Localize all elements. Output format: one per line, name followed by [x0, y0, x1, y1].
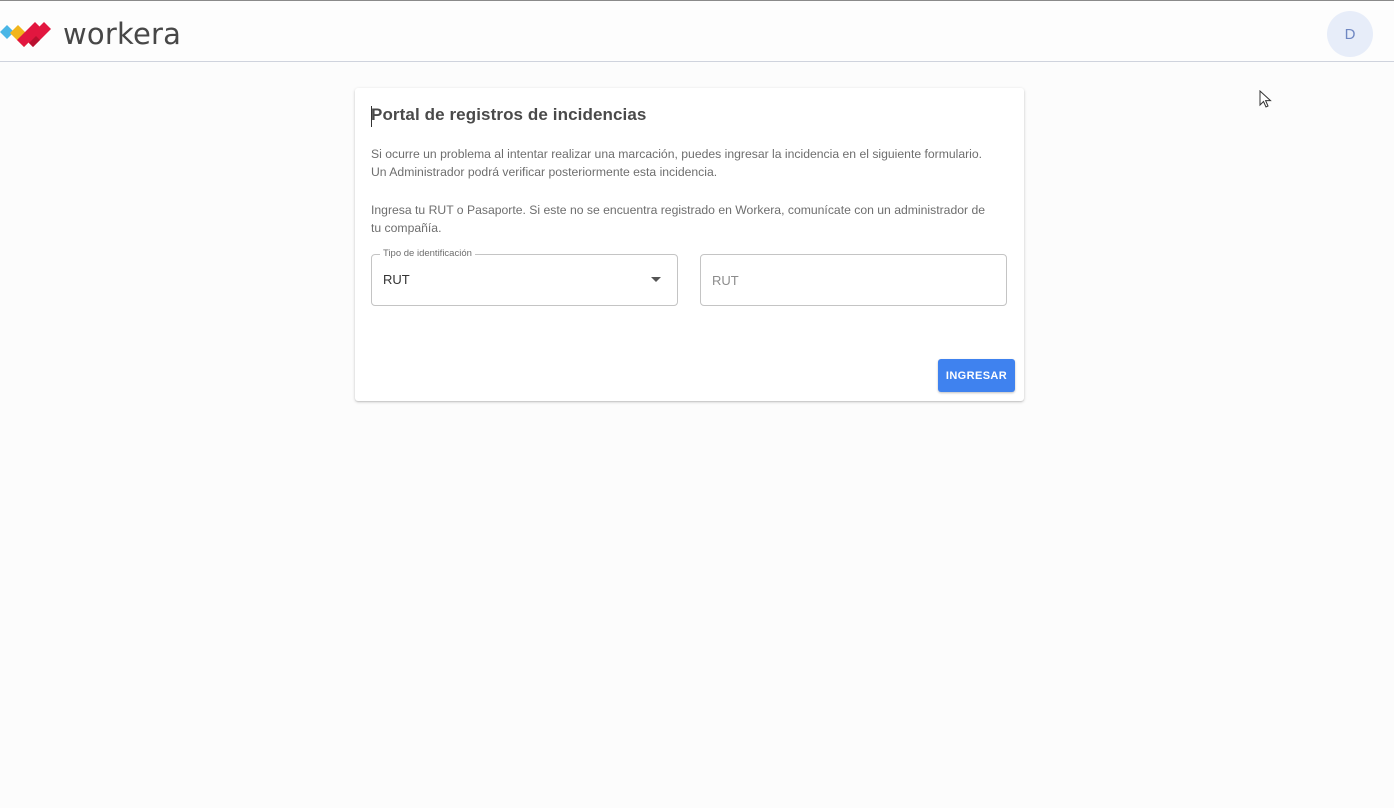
ingresar-button[interactable]: INGRESAR: [938, 359, 1015, 392]
workera-logo[interactable]: workera: [0, 18, 181, 50]
page-title: Portal de registros de incidencias: [371, 105, 647, 124]
intro-paragraph: Si ocurre un problema al intentar realiz…: [371, 147, 983, 179]
instructions-paragraph: Ingresa tu RUT o Pasaporte. Si este no s…: [371, 203, 985, 235]
workera-logo-icon: [0, 22, 51, 47]
brand-name: workera: [63, 17, 182, 51]
id-number-field[interactable]: [700, 254, 1007, 306]
arrow-drop-down-icon[interactable]: [651, 277, 661, 282]
id-type-select[interactable]: Tipo de identificación RUT: [371, 247, 678, 306]
id-type-value: RUT: [383, 272, 410, 287]
incident-portal-card: Portal de registros de incidencias Si oc…: [355, 88, 1024, 401]
top-app-bar: workera D: [0, 0, 1394, 62]
id-type-label: Tipo de identificación: [380, 247, 475, 261]
text-cursor: [371, 106, 372, 127]
user-avatar[interactable]: D: [1327, 11, 1373, 57]
rut-input[interactable]: [701, 255, 1006, 305]
mouse-pointer-icon: [1259, 90, 1272, 108]
